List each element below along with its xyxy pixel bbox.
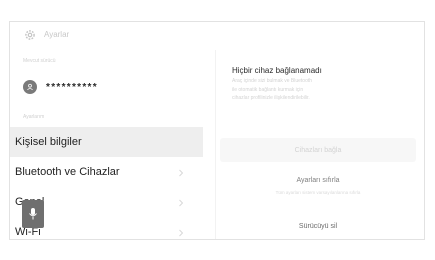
menu-item-label: Bluetooth ve Cihazlar (15, 166, 120, 178)
reset-settings-note: Tüm ayarları sistem varsayılanlarına sıf… (275, 190, 361, 195)
current-driver[interactable]: ********** (23, 78, 98, 96)
current-driver-label: Mevcut sürücü (23, 58, 56, 64)
description-line: Araç içinde sizi bulmak ve Bluetooth (232, 78, 313, 84)
chevron-right-icon (179, 169, 184, 177)
header-bar: Ayarlar (10, 22, 424, 50)
menu-item-label: Kişisel bilgiler (15, 136, 82, 148)
chevron-right-icon (179, 229, 184, 237)
my-settings-label: Ayarlarım (23, 114, 45, 120)
settings-screen: Ayarlar Mevcut sürücü ********** Ayarlar… (9, 21, 425, 240)
reset-settings-button[interactable]: Ayarları sıfırla (220, 168, 416, 192)
chevron-right-icon (179, 199, 184, 207)
person-icon (23, 80, 37, 94)
connect-devices-button[interactable]: Cihazları bağla (220, 138, 416, 162)
panel-divider (215, 50, 216, 239)
gear-icon (25, 30, 35, 40)
description-line: cihazlar profilinizle ilişkilendirilebil… (232, 95, 310, 101)
no-device-description: Araç içinde sizi bulmak ve Bluetooth ile… (232, 77, 402, 103)
description-line: ile otomatik bağlantı kurmak için (232, 86, 304, 93)
menu-item-bluetooth-devices[interactable]: Bluetooth ve Cihazlar (10, 157, 203, 187)
delete-driver-button[interactable]: Sürücüyü sil (220, 214, 416, 238)
driver-name: ********** (46, 81, 98, 93)
microphone-icon (29, 208, 37, 220)
no-device-title: Hiçbir cihaz bağlanamadı (232, 66, 322, 75)
voice-assistant-button[interactable] (22, 200, 44, 228)
page-title: Ayarlar (44, 30, 70, 39)
menu-item-personal-info[interactable]: Kişisel bilgiler (10, 127, 203, 157)
